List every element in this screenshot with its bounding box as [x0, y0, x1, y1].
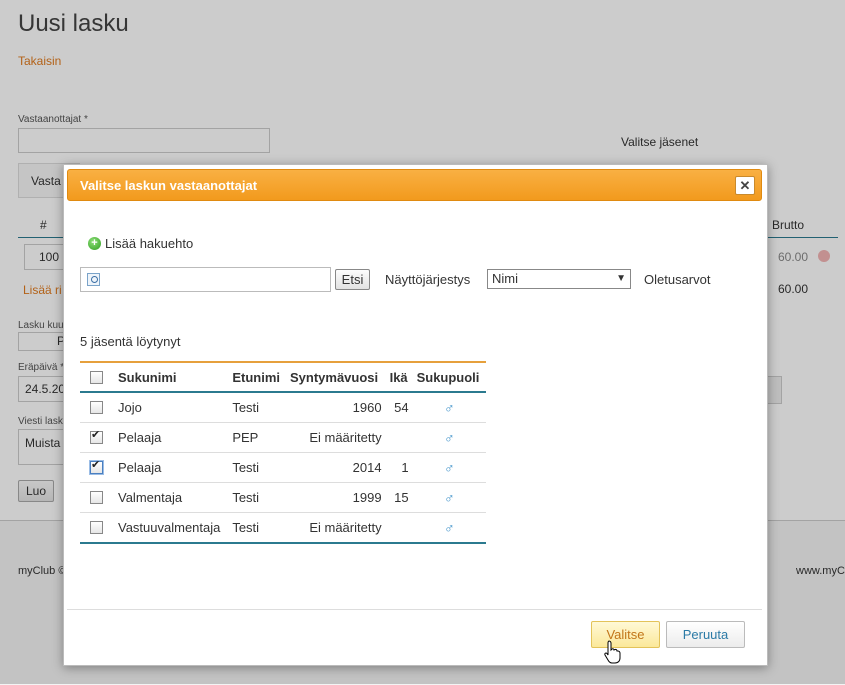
- gender-cell: ♂: [413, 513, 486, 544]
- male-icon: ♂: [444, 489, 455, 506]
- row-select-cell: [80, 422, 114, 453]
- result-count: 5 jäsentä löytynyt: [80, 334, 181, 349]
- table-header-row: Sukunimi Etunimi Syntymävuosi Ikä Sukupu…: [80, 362, 486, 393]
- age-cell: [385, 422, 413, 453]
- table-row[interactable]: Valmentaja Testi 1999 15 ♂: [80, 482, 486, 513]
- gender-cell: ♂: [412, 392, 486, 423]
- magnifier-icon: [87, 273, 100, 286]
- age-cell: 54: [385, 392, 413, 423]
- row-select-cell: [80, 392, 114, 423]
- birthyear-cell: 1960: [285, 392, 386, 423]
- male-icon: ♂: [444, 519, 455, 536]
- row-select-cell: [80, 513, 114, 544]
- search-button[interactable]: Etsi: [335, 269, 370, 290]
- column-firstname[interactable]: Etunimi: [228, 362, 286, 393]
- firstname-cell: Testi: [232, 520, 260, 535]
- firstname-cell: Testi: [228, 452, 286, 483]
- row-checkbox[interactable]: [90, 491, 103, 504]
- dialog-footer-divider: [67, 609, 762, 610]
- dialog-header: Valitse laskun vastaanottajat ✕: [67, 169, 762, 201]
- column-age[interactable]: Ikä: [385, 362, 413, 393]
- male-icon: ♂: [444, 459, 455, 476]
- select-button[interactable]: Valitse: [591, 621, 660, 648]
- dialog-title: Valitse laskun vastaanottajat: [80, 178, 258, 193]
- select-all-checkbox[interactable]: [90, 370, 103, 384]
- sort-order-label: Näyttöjärjestys: [385, 272, 471, 287]
- table-row[interactable]: Pelaaja PEP Ei määritetty ♂: [80, 422, 486, 453]
- column-birthyear[interactable]: Syntymävuosi: [285, 362, 386, 393]
- gender-cell: ♂: [412, 452, 486, 483]
- plus-circle-icon: +: [88, 237, 101, 250]
- row-checkbox[interactable]: [90, 428, 103, 444]
- surname-cell: Valmentaja: [114, 482, 229, 513]
- select-all-cell: [80, 362, 114, 393]
- surname-cell: Pelaaja: [114, 452, 229, 483]
- surname-cell: Pelaaja: [114, 422, 229, 453]
- row-select-cell: [80, 452, 114, 483]
- surname-cell: Vastuuvalmentaja: [118, 520, 221, 535]
- column-gender[interactable]: Sukupuoli: [412, 362, 486, 393]
- surname-cell: Jojo: [114, 392, 229, 423]
- age-cell: [386, 513, 413, 544]
- add-criteria-label: Lisää hakuehto: [105, 236, 194, 251]
- table-row[interactable]: Pelaaja Testi 2014 1 ♂: [80, 452, 486, 483]
- firstname-cell: Testi: [228, 482, 286, 513]
- birthyear-cell: 2014: [285, 452, 386, 483]
- sort-order-select[interactable]: Nimi ▼: [487, 269, 631, 289]
- age-cell: 1: [385, 452, 413, 483]
- defaults-link[interactable]: Oletusarvot: [644, 272, 710, 287]
- row-checkbox[interactable]: [90, 521, 103, 534]
- firstname-cell: PEP: [228, 422, 286, 453]
- gender-cell: ♂: [412, 482, 486, 513]
- row-select-cell: [80, 482, 114, 513]
- add-criteria-link[interactable]: + Lisää hakuehto: [88, 236, 193, 251]
- birthyear-cell: 1999: [285, 482, 386, 513]
- cancel-button[interactable]: Peruuta: [666, 621, 745, 648]
- age-cell: 15: [385, 482, 413, 513]
- birthyear-cell: Ei määritetty: [309, 520, 382, 535]
- column-surname[interactable]: Sukunimi: [114, 362, 229, 393]
- row-checkbox[interactable]: [90, 401, 103, 414]
- birthyear-cell: Ei määritetty: [285, 422, 386, 453]
- row-checkbox[interactable]: [90, 458, 103, 474]
- male-icon: ♂: [444, 429, 455, 446]
- male-icon: ♂: [444, 399, 455, 416]
- firstname-cell: Testi: [228, 392, 286, 423]
- recipients-dialog: Valitse laskun vastaanottajat ✕ + Lisää …: [63, 164, 768, 666]
- search-input[interactable]: [80, 267, 331, 292]
- table-row[interactable]: Vastuuvalmentaja Testi Ei määritetty ♂: [80, 513, 486, 544]
- hand-cursor-icon: [604, 640, 621, 664]
- members-table: Sukunimi Etunimi Syntymävuosi Ikä Sukupu…: [80, 361, 486, 544]
- close-button[interactable]: ✕: [735, 176, 755, 195]
- gender-cell: ♂: [412, 422, 486, 453]
- table-row[interactable]: Jojo Testi 1960 54 ♂: [80, 392, 486, 423]
- dropdown-arrow-icon: ▼: [616, 273, 626, 284]
- sort-order-value: Nimi: [492, 271, 518, 286]
